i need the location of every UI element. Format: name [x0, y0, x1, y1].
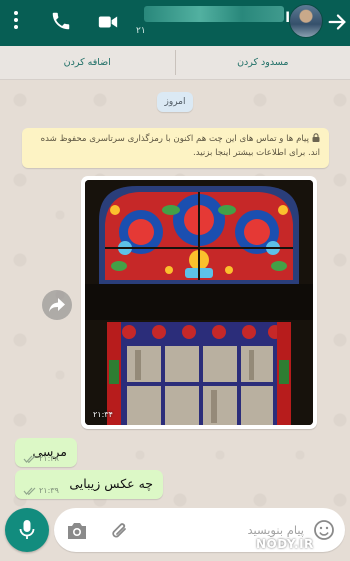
message-meta: ۲۱:۳۸: [23, 454, 59, 463]
contact-status: ۲۱: [136, 26, 146, 36]
back-arrow-icon[interactable]: [326, 11, 350, 35]
add-contact-button[interactable]: اضافه کردن: [0, 46, 175, 79]
double-check-icon: [23, 487, 36, 495]
emoji-icon[interactable]: [313, 519, 335, 545]
message-bubble[interactable]: چه عکس زیبایی ۲۱:۳۹: [15, 470, 163, 499]
forward-icon: [49, 298, 65, 312]
voice-record-button[interactable]: [5, 508, 49, 552]
unknown-contact-actions: اضافه کردن مسدود کردن: [0, 46, 350, 80]
phone-icon[interactable]: [50, 10, 74, 34]
contact-name-redacted: [144, 6, 284, 22]
contact-info[interactable]: ۲۱ ا: [128, 0, 290, 46]
block-contact-button[interactable]: مسدود کردن: [176, 46, 350, 79]
message-bubble[interactable]: مرسی ۲۱:۳۸: [15, 438, 77, 467]
stained-glass-photo[interactable]: ۲۱:۳۴: [85, 180, 313, 425]
video-icon[interactable]: [96, 11, 120, 35]
lock-icon: [312, 133, 320, 147]
watermark: NODY.IR: [256, 537, 314, 551]
message-meta: ۲۱:۳۹: [23, 486, 59, 495]
attach-icon[interactable]: [110, 520, 130, 546]
avatar[interactable]: [289, 4, 323, 38]
double-check-icon: [23, 455, 36, 463]
image-timestamp: ۲۱:۳۴: [93, 410, 113, 419]
message-time: ۲۱:۳۹: [39, 486, 59, 495]
image-message[interactable]: ۲۱:۳۴: [81, 176, 317, 429]
menu-dots-icon[interactable]: [10, 11, 22, 35]
chat-header: ۲۱ ا: [0, 0, 350, 46]
forward-button[interactable]: [42, 290, 72, 320]
message-time: ۲۱:۳۸: [39, 454, 59, 463]
encryption-notice[interactable]: پیام ها و تماس های این چت هم اکنون با رم…: [22, 128, 329, 168]
camera-icon[interactable]: [66, 521, 88, 545]
composer-bar: [0, 505, 350, 561]
mic-icon: [19, 520, 35, 539]
encryption-notice-text: پیام ها و تماس های این چت هم اکنون با رم…: [40, 134, 320, 158]
date-separator: امروز: [157, 92, 193, 112]
message-text: چه عکس زیبایی: [69, 476, 153, 491]
